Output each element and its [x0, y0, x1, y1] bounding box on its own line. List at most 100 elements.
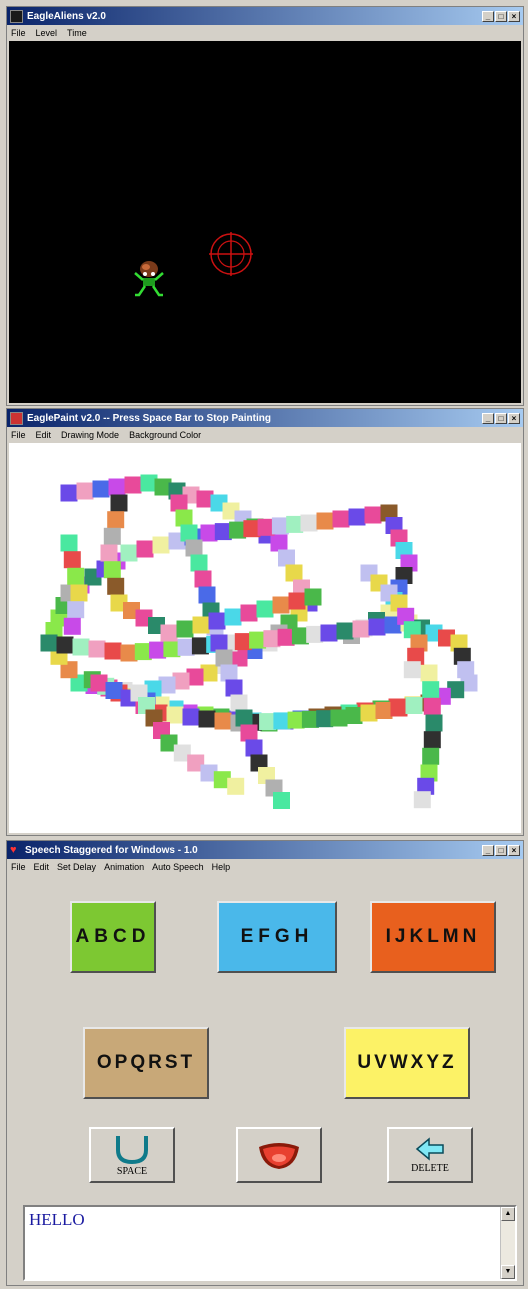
paint-stroke [105, 682, 123, 699]
menu-edit[interactable]: Edit [36, 430, 52, 440]
eaglepaint-window: EaglePaint v2.0 -- Press Space Bar to St… [6, 408, 524, 836]
paint-stroke [210, 634, 228, 652]
paint-stroke [60, 534, 78, 552]
space-label: SPACE [116, 1165, 148, 1177]
paint-stroke [220, 664, 238, 682]
paint-stroke [288, 592, 306, 610]
maximize-button[interactable]: □ [495, 412, 507, 424]
scroll-down-icon[interactable]: ▼ [501, 1265, 515, 1279]
space-icon [116, 1135, 148, 1164]
close-button[interactable]: × [508, 844, 520, 856]
menu-time[interactable]: Time [67, 28, 87, 38]
close-button[interactable]: × [508, 412, 520, 424]
heart-icon: ♥ [10, 843, 17, 856]
speech-text-area[interactable]: HELLO ▲ ▼ [23, 1205, 517, 1281]
close-button[interactable]: × [508, 10, 520, 22]
paint-stroke [420, 664, 438, 682]
game-canvas[interactable] [9, 41, 521, 403]
paint-stroke [405, 697, 423, 714]
paint-stroke [70, 584, 88, 602]
paint-stroke [104, 642, 122, 660]
paint-stroke [76, 482, 94, 500]
letter-button-uvwxyz[interactable]: UVWXYZ [344, 1027, 470, 1099]
menu-help[interactable]: Help [212, 862, 231, 872]
paint-stroke [152, 536, 170, 554]
minimize-button[interactable]: _ [482, 10, 494, 22]
paint-stroke [300, 514, 318, 532]
letter-button-ijklmn[interactable]: IJKLMN [370, 901, 496, 973]
paint-canvas[interactable] [9, 443, 521, 833]
paint-stroke [160, 624, 178, 642]
letter-button-efgh[interactable]: EFGH [217, 901, 337, 973]
window-title: Speech Staggered for Windows - 1.0 [25, 844, 198, 856]
paint-stroke [192, 616, 210, 634]
paint-stroke [235, 709, 253, 727]
speech-window: ♥ Speech Staggered for Windows - 1.0 _ □… [6, 840, 524, 1286]
menu-background-color[interactable]: Background Color [129, 430, 201, 440]
game-scene [134, 232, 253, 297]
window-title: EagleAliens v2.0 [27, 10, 106, 22]
paint-stroke [375, 702, 393, 719]
menu-bar: File Level Time [7, 25, 523, 41]
crosshair-icon [209, 232, 253, 276]
paint-stroke [270, 534, 288, 552]
menu-file[interactable]: File [11, 28, 26, 38]
scroll-up-icon[interactable]: ▲ [501, 1207, 515, 1221]
maximize-button[interactable]: □ [495, 10, 507, 22]
minimize-button[interactable]: _ [482, 412, 494, 424]
paint-stroke [215, 649, 233, 667]
paint-stroke [67, 601, 85, 619]
painting [40, 474, 478, 809]
app-icon [10, 411, 23, 425]
paint-stroke [166, 706, 184, 724]
menu-file[interactable]: File [11, 430, 26, 440]
letter-button-opqrst[interactable]: OPQRST [83, 1027, 209, 1099]
vertical-scrollbar[interactable]: ▲ ▼ [500, 1207, 515, 1279]
paint-stroke [120, 544, 138, 562]
paint-stroke [330, 709, 348, 727]
menu-edit[interactable]: Edit [34, 862, 50, 872]
title-bar[interactable]: ♥ Speech Staggered for Windows - 1.0 _ □… [7, 841, 523, 859]
paint-stroke [107, 511, 125, 529]
menu-animation[interactable]: Animation [104, 862, 144, 872]
menu-drawing-mode[interactable]: Drawing Mode [61, 430, 119, 440]
paint-stroke [214, 712, 232, 730]
paint-stroke [336, 622, 354, 640]
paint-stroke [316, 512, 334, 530]
minimize-button[interactable]: _ [482, 844, 494, 856]
paint-stroke [227, 777, 245, 795]
menu-file[interactable]: File [11, 862, 26, 872]
alien-sprite[interactable] [134, 261, 164, 297]
menu-set-delay[interactable]: Set Delay [57, 862, 96, 872]
paint-stroke [194, 570, 212, 588]
paint-stroke [423, 697, 441, 715]
delete-button[interactable]: DELETE [387, 1127, 473, 1183]
menu-auto-speech[interactable]: Auto Speech [152, 862, 204, 872]
paint-stroke [170, 494, 188, 512]
paint-stroke [208, 612, 226, 630]
paint-stroke [423, 731, 441, 749]
paint-stroke [175, 509, 193, 527]
title-bar[interactable]: EaglePaint v2.0 -- Press Space Bar to St… [7, 409, 523, 427]
app-icon [10, 9, 23, 23]
paint-stroke [230, 694, 248, 712]
delete-label: DELETE [411, 1162, 449, 1174]
paint-stroke [180, 524, 198, 542]
paint-stroke [185, 539, 203, 557]
speak-button[interactable] [236, 1127, 322, 1183]
paint-stroke [285, 564, 303, 582]
paint-stroke [364, 506, 382, 524]
paint-stroke [422, 681, 440, 699]
arrow-left-icon [415, 1136, 444, 1161]
paint-stroke [304, 588, 322, 606]
letter-button-abcd[interactable]: ABCD [70, 901, 156, 973]
menu-level[interactable]: Level [36, 28, 58, 38]
paint-stroke [230, 649, 248, 667]
paint-stroke [107, 577, 125, 595]
title-bar[interactable]: EagleAliens v2.0 _ □ × [7, 7, 523, 25]
space-button[interactable]: SPACE [89, 1127, 175, 1183]
paint-stroke [272, 596, 290, 614]
maximize-button[interactable]: □ [495, 844, 507, 856]
paint-stroke [348, 508, 366, 526]
paint-stroke [103, 561, 121, 579]
